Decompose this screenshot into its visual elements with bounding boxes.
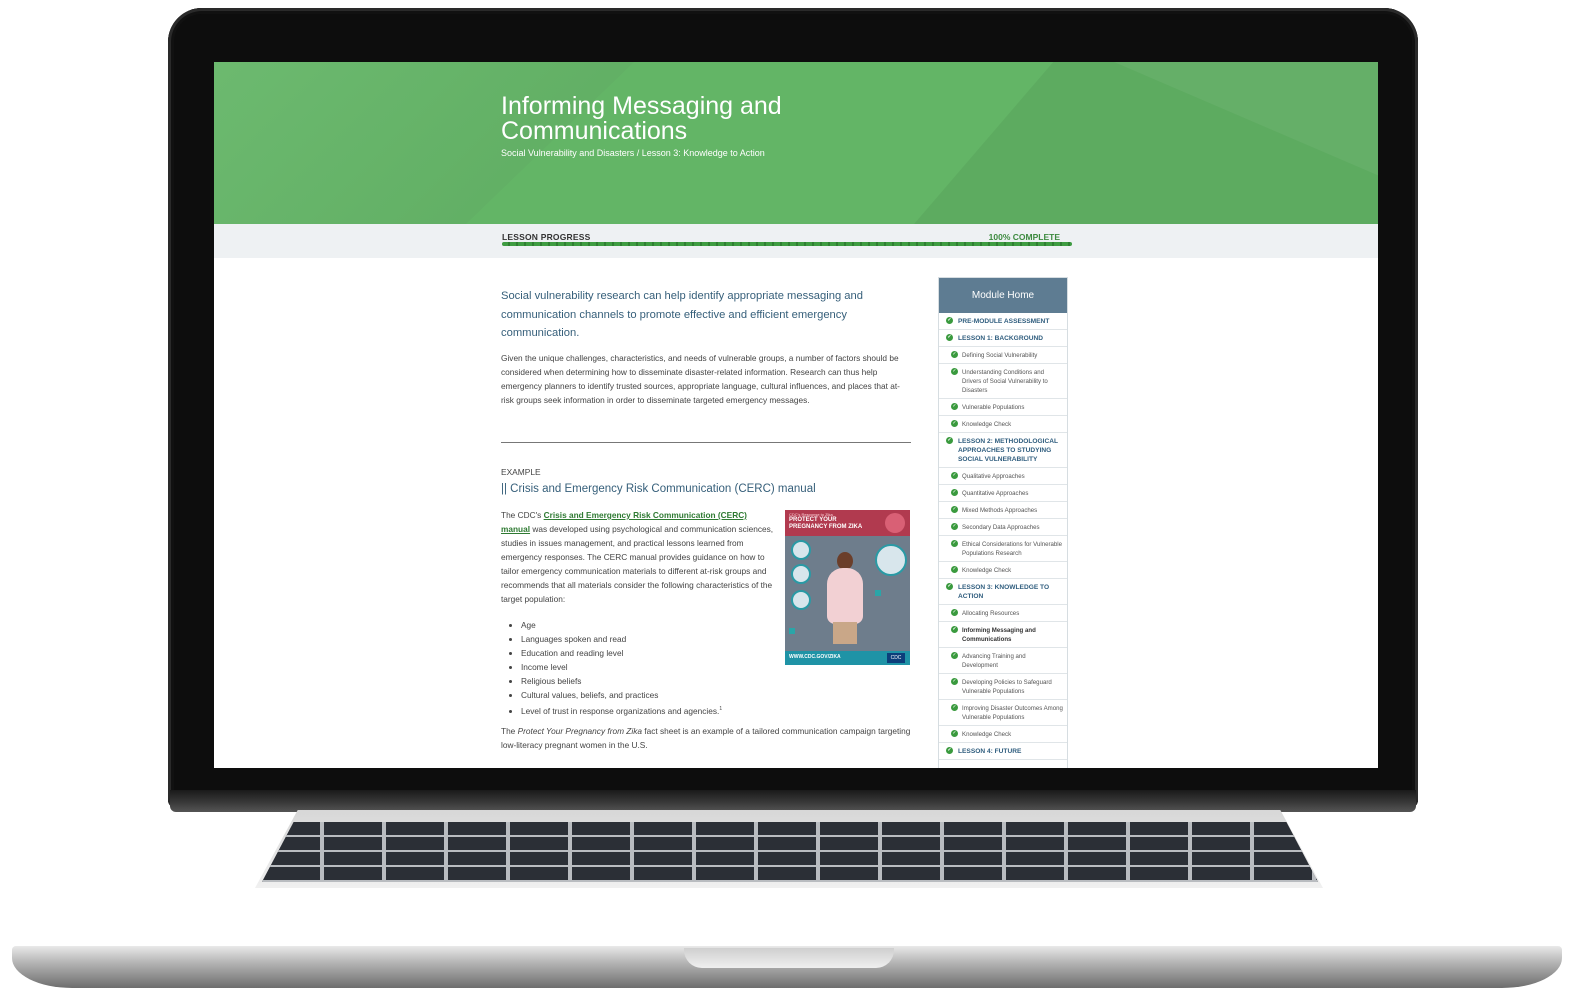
mosquito-circle-icon — [791, 540, 811, 560]
check-circle-icon: ✓ — [946, 334, 953, 341]
doctor-circle-icon — [875, 544, 907, 576]
nav-page-item[interactable]: ✓ Knowledge Check — [939, 562, 1067, 579]
list-item: Level of trust in response organizations… — [521, 702, 722, 718]
nav-page-item[interactable]: ✓ Defining Social Vulnerability — [939, 347, 1067, 364]
mosquito-icon — [885, 513, 905, 533]
nav-page-item[interactable]: ✓ Ethical Considerations for Vulnerable P… — [939, 536, 1067, 562]
repellent-circle-icon — [791, 564, 811, 584]
lesson-progress-bar — [214, 224, 1378, 258]
page-title: Informing Messaging and Communications — [501, 92, 782, 145]
nav-page-item[interactable]: ✓ Knowledge Check — [939, 726, 1067, 743]
nav-page-item[interactable]: ✓ Advancing Training and Development — [939, 648, 1067, 674]
check-circle-icon: ✓ — [951, 678, 958, 685]
nav-lesson-item[interactable]: ✓ LESSON 2: METHODOLOGICAL APPROACHES TO … — [939, 433, 1067, 468]
list-item: Income level — [521, 660, 722, 674]
list-item: Education and reading level — [521, 646, 722, 660]
nav-page-item[interactable]: ✓ Mixed Methods Approaches — [939, 502, 1067, 519]
section-divider — [501, 442, 911, 443]
check-circle-icon: ✓ — [951, 626, 958, 633]
cdc-logo: CDC — [887, 653, 905, 663]
body-paragraph: Given the unique challenges, characteris… — [501, 352, 900, 405]
page-header: Informing Messaging and Communications S… — [214, 62, 1378, 224]
nav-page-item[interactable]: ✓ Developing Policies to Safeguard Vulner… — [939, 674, 1067, 700]
progress-status: 100% COMPLETE — [988, 232, 1060, 242]
nav-page-item[interactable]: ✓ Vulnerable Populations — [939, 399, 1067, 416]
laptop-screen: Informing Messaging and Communications S… — [214, 62, 1378, 768]
nav-page-item[interactable]: ✓ Qualitative Approaches — [939, 468, 1067, 485]
nav-lesson-item[interactable]: ✓ PRE-MODULE ASSESSMENT — [939, 313, 1067, 330]
check-circle-icon: ✓ — [951, 566, 958, 573]
cerc-paragraph: The CDC's Crisis and Emergency Risk Comm… — [501, 510, 774, 604]
check-circle-icon: ✓ — [951, 523, 958, 530]
check-circle-icon: ✓ — [951, 472, 958, 479]
nav-page-item[interactable]: ✓ Allocating Resources — [939, 605, 1067, 622]
check-circle-icon: ✓ — [946, 437, 953, 444]
list-item: Age — [521, 618, 722, 632]
check-circle-icon: ✓ — [951, 730, 958, 737]
nav-page-item[interactable]: ✓ Understanding Conditions and Drivers of… — [939, 364, 1067, 399]
zika-poster-image[interactable]: CDC's Response to Zika PROTECT YOUR PREG… — [785, 510, 910, 665]
check-circle-icon: ✓ — [946, 317, 953, 324]
laptop-notch — [684, 948, 894, 968]
characteristics-list: AgeLanguages spoken and readEducation an… — [514, 618, 722, 718]
check-circle-icon: ✓ — [946, 747, 953, 754]
breadcrumb[interactable]: Social Vulnerability and Disasters / Les… — [501, 148, 765, 158]
nav-page-item[interactable]: ✓ Secondary Data Approaches — [939, 519, 1067, 536]
check-circle-icon: ✓ — [951, 506, 958, 513]
module-nav-list: ✓ PRE-MODULE ASSESSMENT ✓ LESSON 1: BACKGRO… — [939, 313, 1067, 760]
module-nav-sidebar: Module Home ✓ PRE-MODULE ASSESSMENT ✓ LESSO… — [938, 277, 1068, 768]
nav-page-item[interactable]: ✓ Knowledge Check — [939, 416, 1067, 433]
check-circle-icon: ✓ — [951, 609, 958, 616]
nav-lesson-item[interactable]: ✓ LESSON 1: BACKGROUND — [939, 330, 1067, 347]
example-label: EXAMPLE — [501, 467, 541, 477]
laptop-keyboard — [262, 822, 1318, 882]
nav-lesson-item[interactable]: ✓ LESSON 4: FUTURE — [939, 743, 1067, 760]
check-circle-icon: ✓ — [951, 403, 958, 410]
check-circle-icon: ✓ — [951, 540, 958, 547]
list-item: Cultural values, beliefs, and practices — [521, 688, 722, 702]
progress-label: LESSON PROGRESS — [502, 232, 591, 242]
check-circle-icon: ✓ — [951, 652, 958, 659]
clothing-circle-icon — [791, 590, 811, 610]
check-circle-icon: ✓ — [951, 489, 958, 496]
nav-page-item[interactable]: ✓ Quantitative Approaches — [939, 485, 1067, 502]
nav-lesson-item[interactable]: ✓ LESSON 3: KNOWLEDGE TO ACTION — [939, 579, 1067, 605]
progress-fill — [502, 242, 1072, 246]
check-circle-icon: ✓ — [951, 351, 958, 358]
list-item: Religious beliefs — [521, 674, 722, 688]
progress-track — [502, 242, 1072, 246]
list-item: Languages spoken and read — [521, 632, 722, 646]
nav-page-item[interactable]: ✓ Informing Messaging and Communications — [939, 622, 1067, 648]
laptop-hinge — [170, 790, 1416, 812]
check-circle-icon: ✓ — [951, 704, 958, 711]
lesson-content: Social vulnerability research can help i… — [501, 287, 911, 407]
check-circle-icon: ✓ — [951, 368, 958, 375]
closing-paragraph: The Protect Your Pregnancy from Zika fac… — [501, 726, 911, 750]
module-home-button[interactable]: Module Home — [939, 278, 1067, 313]
check-circle-icon: ✓ — [946, 583, 953, 590]
footnote-marker[interactable]: 1 — [719, 706, 722, 712]
check-circle-icon: ✓ — [951, 420, 958, 427]
nav-page-item[interactable]: ✓ Improving Disaster Outcomes Among Vulne… — [939, 700, 1067, 726]
lead-paragraph: Social vulnerability research can help i… — [501, 290, 863, 339]
example-title: || Crisis and Emergency Risk Communicati… — [501, 483, 816, 495]
